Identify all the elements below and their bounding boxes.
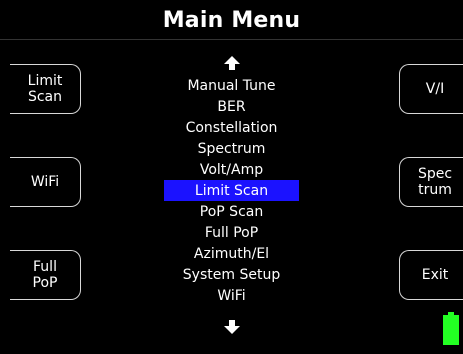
- menu-item-full-pop[interactable]: Full PoP: [160, 222, 303, 243]
- spectrum-button[interactable]: Spec trum: [399, 157, 463, 207]
- menu-item-wifi[interactable]: WiFi: [160, 285, 303, 306]
- menu-item-constellation[interactable]: Constellation: [160, 117, 303, 138]
- arrow-down-icon[interactable]: [160, 319, 303, 335]
- menu-item-ber[interactable]: BER: [160, 96, 303, 117]
- vi-button[interactable]: V/I: [399, 64, 463, 114]
- battery-icon: [443, 312, 459, 345]
- menu-list: Manual Tune BER Constellation Spectrum V…: [160, 75, 303, 306]
- menu-item-volt-amp[interactable]: Volt/Amp: [160, 159, 303, 180]
- menu-item-system-setup[interactable]: System Setup: [160, 264, 303, 285]
- menu-item-spectrum[interactable]: Spectrum: [160, 138, 303, 159]
- wifi-button[interactable]: WiFi: [10, 157, 81, 207]
- page-title: Main Menu: [162, 8, 301, 33]
- menu-item-manual-tune[interactable]: Manual Tune: [160, 75, 303, 96]
- menu-item-azimuth-el[interactable]: Azimuth/El: [160, 243, 303, 264]
- limit-scan-button[interactable]: Limit Scan: [10, 64, 81, 114]
- header-bar: Main Menu: [0, 0, 463, 40]
- menu-item-limit-scan[interactable]: Limit Scan: [164, 180, 299, 201]
- battery-body: [443, 315, 459, 345]
- full-pop-button[interactable]: Full PoP: [10, 250, 81, 300]
- main-menu: Manual Tune BER Constellation Spectrum V…: [160, 55, 303, 335]
- menu-item-pop-scan[interactable]: PoP Scan: [160, 201, 303, 222]
- exit-button[interactable]: Exit: [399, 250, 463, 300]
- arrow-up-icon[interactable]: [160, 55, 303, 71]
